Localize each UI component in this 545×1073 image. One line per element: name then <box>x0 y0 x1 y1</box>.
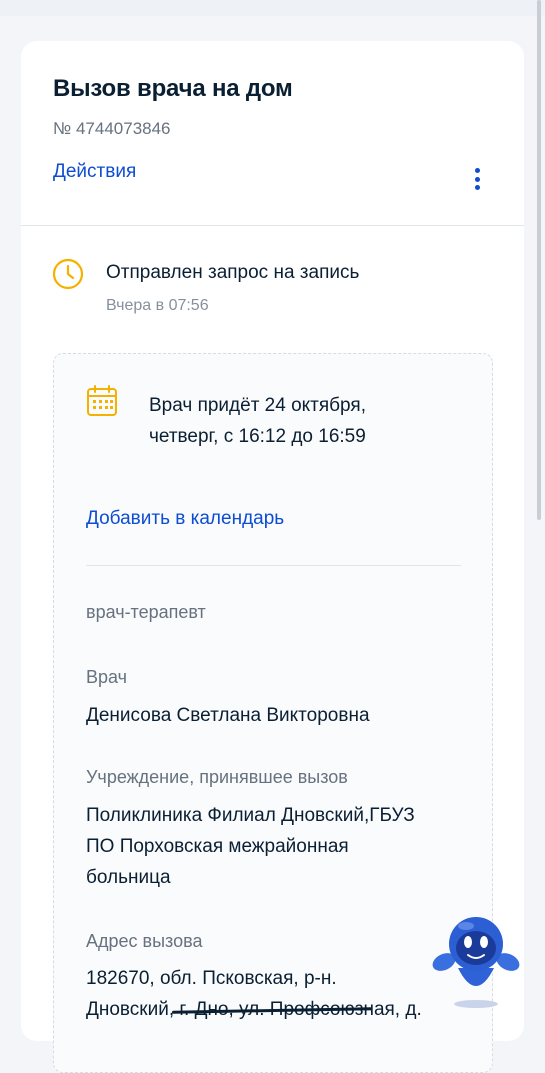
specialty: врач-терапевт <box>86 602 206 622</box>
address-value: 182670, обл. Псковская, р-н. Дновский, г… <box>86 963 476 1025</box>
status-text: Отправлен запрос на запись <box>106 262 360 283</box>
institution-name: Поликлиника Филиал Дновский,ГБУЗ ПО Порх… <box>86 800 476 893</box>
more-menu-icon[interactable] <box>472 166 482 192</box>
institution-line2: ПО Порховская межрайонная <box>86 836 349 857</box>
clock-icon <box>52 258 84 290</box>
doctor-name: Денисова Светлана Викторовна <box>86 705 370 726</box>
address-label: Адрес вызова <box>86 931 203 951</box>
visit-time-line2: четверг, с 16:12 до 16:59 <box>149 426 366 447</box>
divider <box>86 565 461 566</box>
page-title: Вызов врача на дом <box>53 75 293 102</box>
top-strip <box>0 0 545 16</box>
assistant-robot-icon[interactable] <box>430 912 522 1012</box>
request-number: № 4744073846 <box>53 119 171 138</box>
visit-time: Врач придёт 24 октября, четверг, с 16:12… <box>149 390 479 452</box>
institution-line1: Поликлиника Филиал Дновский,ГБУЗ <box>86 805 415 826</box>
institution-line3: больница <box>86 867 171 888</box>
actions-link[interactable]: Действия <box>53 161 136 183</box>
doctor-label: Врач <box>86 667 128 687</box>
status-time: Вчера в 07:56 <box>106 297 209 314</box>
visit-details: Врач придёт 24 октября, четверг, с 16:12… <box>53 353 493 1073</box>
calendar-icon <box>87 385 117 416</box>
add-to-calendar-link[interactable]: Добавить в календарь <box>86 508 284 530</box>
scrollbar[interactable] <box>537 0 541 520</box>
visit-time-line1: Врач придёт 24 октября, <box>149 395 366 416</box>
institution-label: Учреждение, принявшее вызов <box>86 767 348 787</box>
status-row: Отправлен запрос на запись Вчера в 07:56 <box>21 226 524 338</box>
address-line1: 182670, обл. Псковская, р-н. <box>86 968 337 989</box>
card-header: Вызов врача на дом № 4744073846 Действия <box>21 41 524 226</box>
